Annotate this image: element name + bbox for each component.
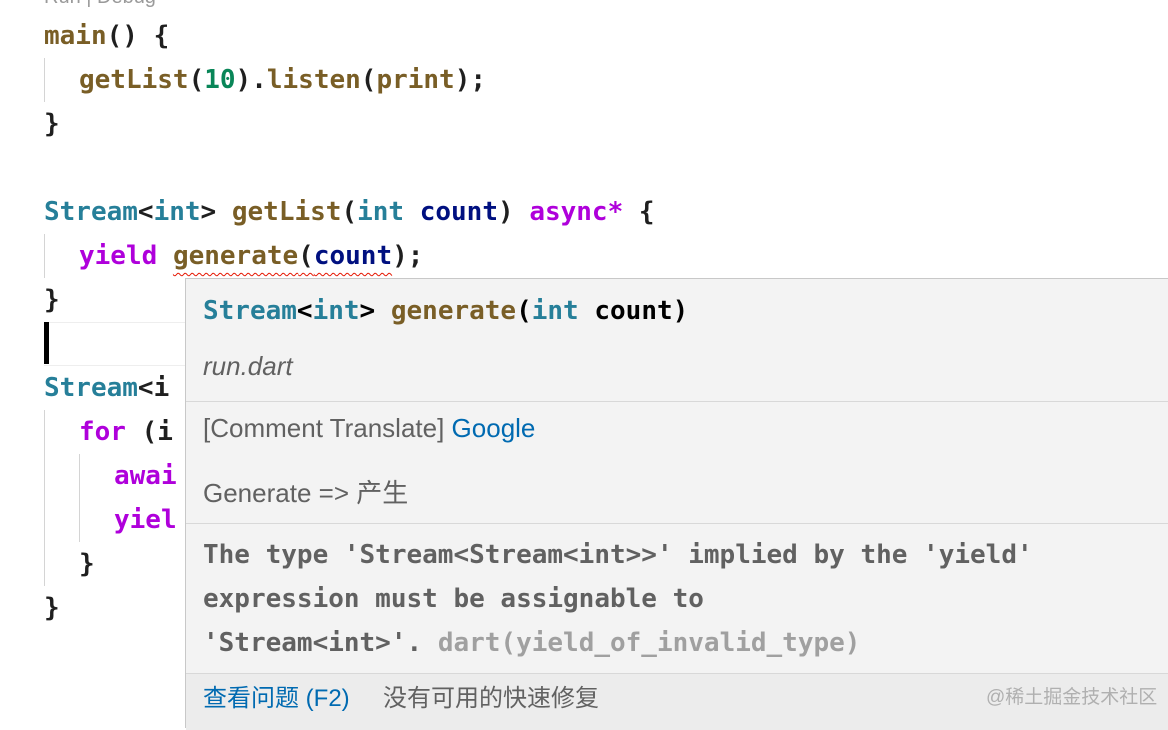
function-name: print	[376, 65, 455, 95]
number-literal: 10	[204, 65, 236, 95]
diagnostic-source: dart(yield_of_invalid_type)	[437, 628, 861, 658]
comment-translate: [Comment Translate] Google	[203, 413, 535, 444]
code-line-9[interactable]: Stream<i	[44, 368, 169, 408]
diagnostic-message: The type 'Stream<Stream<int>>' implied b…	[203, 533, 1163, 665]
indent-guide	[44, 58, 45, 102]
code-line-6[interactable]: yield generate(count);	[79, 236, 423, 276]
hover-tooltip[interactable]: Stream<int> generate(int count) run.dart…	[185, 278, 1168, 730]
type-name: Stream	[44, 197, 138, 227]
type-name: int	[153, 197, 201, 227]
type-name: int	[312, 296, 360, 326]
function-name: generate	[172, 241, 299, 271]
text-cursor	[44, 322, 49, 364]
code-line-3[interactable]: }	[44, 104, 60, 144]
diagnostic-line: expression must be assignable to	[203, 584, 704, 614]
code-token: <	[296, 296, 313, 326]
type-name: Stream	[44, 373, 138, 403]
view-problem-link[interactable]: 查看问题 (F2)	[203, 678, 350, 713]
parameter-name: count	[594, 296, 673, 326]
code-line-14[interactable]: }	[44, 588, 60, 628]
type-name: int	[531, 296, 579, 326]
function-name: generate	[390, 296, 517, 326]
code-line-10[interactable]: for (i	[79, 412, 173, 452]
google-link[interactable]: Google	[452, 413, 536, 443]
type-name: int	[357, 197, 405, 227]
keyword: awai	[114, 461, 177, 491]
function-name: main	[44, 21, 107, 51]
indent-guide	[79, 454, 80, 542]
diagnostic-line: The type 'Stream<Stream<int>>' implied b…	[203, 540, 1033, 570]
code-line-5[interactable]: Stream<int> getList(int count) async* {	[44, 192, 655, 232]
code-token: <	[137, 197, 154, 227]
code-token: (i	[125, 417, 173, 447]
function-name: getList	[79, 65, 189, 95]
hover-file-name: run.dart	[203, 351, 293, 381]
code-token: <i	[137, 373, 170, 403]
translation-result: Generate => 产生	[203, 478, 409, 508]
code-line-1[interactable]: main() {	[44, 16, 169, 56]
code-token: );	[454, 65, 487, 95]
code-token: );	[392, 241, 424, 271]
type-name: Stream	[203, 296, 297, 326]
keyword: async*	[529, 197, 624, 227]
function-name: getList	[231, 197, 342, 227]
keyword: yield	[79, 241, 158, 271]
no-quick-fix-label: 没有可用的快速修复	[383, 685, 599, 712]
code-token: >	[200, 197, 232, 227]
code-token: (	[516, 296, 532, 326]
code-line-13[interactable]: }	[79, 544, 95, 584]
hover-status-bar: 查看问题 (F2) 没有可用的快速修复 @稀土掘金技术社区	[186, 673, 1168, 730]
code-token: {	[623, 197, 655, 227]
code-token: (	[298, 241, 314, 271]
function-name: listen	[266, 65, 361, 95]
error-squiggle[interactable]: generate(count	[173, 241, 392, 271]
code-token: >	[359, 296, 391, 326]
code-token: ).	[235, 65, 267, 95]
divider	[186, 401, 1168, 402]
parameter-name: count	[313, 241, 393, 271]
hover-signature: Stream<int> generate(int count)	[203, 291, 688, 331]
code-token: )	[672, 296, 689, 326]
keyword: for	[79, 417, 126, 447]
code-line-7[interactable]: }	[44, 280, 60, 320]
indent-guide	[44, 234, 45, 278]
translate-label: [Comment Translate]	[203, 413, 452, 443]
code-token: (	[341, 197, 358, 227]
divider	[186, 523, 1168, 524]
indent-guide	[44, 410, 45, 586]
code-line-12[interactable]: yiel	[114, 500, 177, 540]
code-line-11[interactable]: awai	[114, 456, 177, 496]
watermark: @稀土掘金技术社区	[986, 687, 1158, 708]
code-token: (	[360, 65, 377, 95]
code-token: (	[188, 65, 205, 95]
code-line-2[interactable]: getList(10).listen(print);	[79, 60, 486, 100]
codelens-run-debug[interactable]: Run | Debug	[44, 0, 156, 9]
parameter-name: count	[419, 197, 498, 227]
diagnostic-line: 'Stream<int>'. dart(yield_of_invalid_typ…	[203, 621, 1163, 665]
code-token: () {	[106, 21, 170, 51]
diagnostic-text: 'Stream<int>'.	[203, 628, 438, 658]
keyword: yiel	[114, 505, 177, 535]
code-token: )	[498, 197, 530, 227]
